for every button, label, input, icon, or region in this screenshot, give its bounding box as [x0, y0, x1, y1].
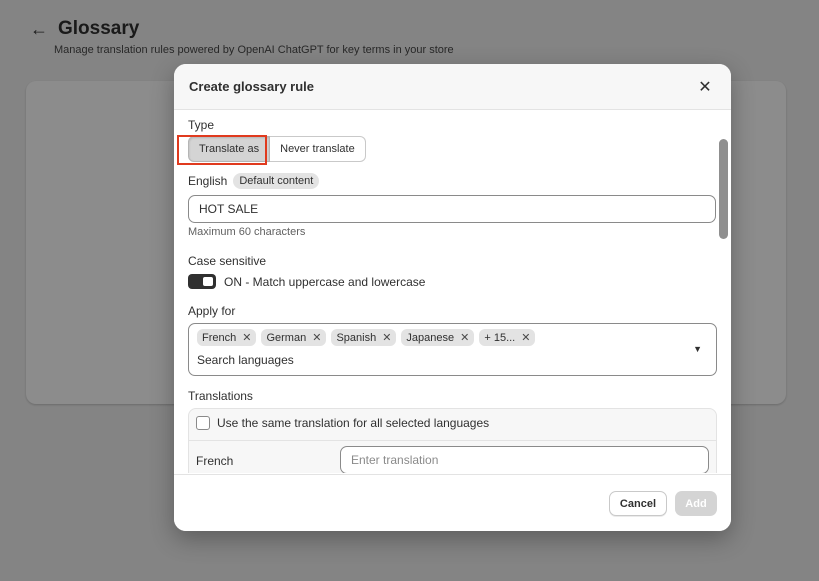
close-icon[interactable]: ✕ — [695, 77, 715, 97]
french-translation-input[interactable]: Enter translation — [340, 446, 709, 473]
tag-label: French — [202, 331, 237, 344]
tag-label: + 15... — [484, 331, 516, 344]
remove-tag-icon[interactable]: ✕ — [382, 331, 391, 344]
chevron-down-icon[interactable]: ▼ — [693, 344, 702, 354]
language-tag: Japanese ✕ — [401, 329, 475, 346]
more-languages-tag: + 15... ✕ — [479, 329, 536, 346]
divider — [189, 440, 716, 441]
translations-box: Use the same translation for all selecte… — [188, 408, 717, 473]
modal-header: Create glossary rule ✕ — [174, 64, 731, 110]
languages-multiselect[interactable]: French ✕ German ✕ Spanish ✕ Japanese ✕ + 15.… — [188, 323, 717, 376]
same-translation-row: Use the same translation for all selecte… — [196, 416, 489, 430]
case-sensitive-label: Case sensitive — [188, 254, 267, 268]
case-sensitive-row: ON - Match uppercase and lowercase — [188, 274, 425, 289]
english-label: English — [188, 174, 228, 188]
never-translate-button[interactable]: Never translate — [270, 136, 366, 162]
create-glossary-rule-modal: Create glossary rule ✕ Type Translate as… — [174, 64, 731, 531]
cancel-button[interactable]: Cancel — [608, 491, 667, 516]
same-translation-checkbox[interactable] — [196, 416, 210, 430]
modal-footer: Cancel Add — [174, 474, 731, 531]
language-tag: Spanish ✕ — [331, 329, 397, 346]
language-tag: German ✕ — [261, 329, 327, 346]
english-term-input[interactable]: HOT SALE — [188, 195, 716, 223]
english-label-row: English Default content — [188, 173, 320, 189]
tag-label: German — [266, 331, 307, 344]
default-content-badge: Default content — [233, 173, 320, 189]
type-toggle-group: Translate as Never translate — [188, 136, 366, 162]
search-languages-input[interactable]: Search languages — [197, 353, 294, 367]
translations-label: Translations — [188, 389, 253, 403]
remove-tag-icon[interactable]: ✕ — [460, 331, 469, 344]
add-button[interactable]: Add — [675, 491, 717, 516]
modal-body: Type Translate as Never translate Englis… — [174, 111, 731, 473]
translate-as-button[interactable]: Translate as — [188, 136, 271, 162]
apply-for-label: Apply for — [188, 304, 236, 318]
case-sensitive-text: ON - Match uppercase and lowercase — [224, 274, 426, 289]
remove-tag-icon[interactable]: ✕ — [521, 331, 530, 344]
language-tag: French ✕ — [197, 329, 257, 346]
modal-title: Create glossary rule — [189, 79, 315, 94]
language-tags: French ✕ German ✕ Spanish ✕ Japanese ✕ + 15.… — [197, 329, 536, 346]
toggle-knob — [203, 277, 213, 286]
case-sensitive-toggle[interactable] — [188, 274, 216, 289]
same-translation-label: Use the same translation for all selecte… — [217, 416, 490, 430]
type-label: Type — [188, 118, 215, 132]
translation-language-label: French — [196, 454, 234, 468]
remove-tag-icon[interactable]: ✕ — [312, 331, 321, 344]
english-help-text: Maximum 60 characters — [188, 226, 306, 238]
modal-scrollbar[interactable] — [719, 139, 728, 239]
tag-label: Japanese — [406, 331, 455, 344]
remove-tag-icon[interactable]: ✕ — [242, 331, 251, 344]
tag-label: Spanish — [336, 331, 377, 344]
